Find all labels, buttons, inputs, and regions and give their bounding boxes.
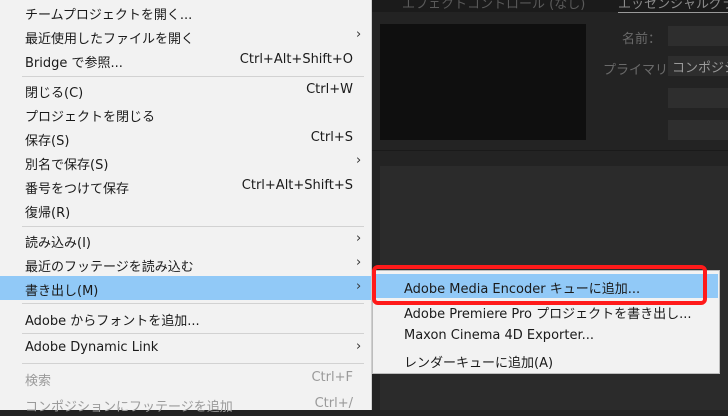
- menu-separator: [22, 226, 364, 227]
- file-menu: チームプロジェクトを開く... 最近使用したファイルを開く › Bridge で…: [0, 0, 372, 415]
- menu-item-label: 番号をつけて保存: [25, 182, 130, 197]
- property-field-2[interactable]: [668, 120, 728, 140]
- chevron-right-icon: ›: [356, 27, 362, 42]
- menu-item-close[interactable]: 閉じる(C) Ctrl+W: [0, 78, 371, 102]
- primary-value: コンポジシ: [672, 61, 728, 76]
- menu-item-label: 最近使用したファイルを開く: [25, 32, 195, 47]
- menu-item-shortcut: Ctrl+W: [306, 82, 353, 97]
- menu-item-close-project[interactable]: プロジェクトを閉じる: [0, 102, 371, 126]
- menu-item-label: 閉じる(C): [25, 86, 84, 101]
- menu-item-shortcut: Ctrl+Alt+Shift+S: [241, 178, 353, 193]
- menu-item-label: 書き出し(M): [25, 284, 99, 299]
- menu-separator: [22, 76, 364, 77]
- menu-item-label: チームプロジェクトを開く...: [25, 8, 193, 23]
- menu-item-find[interactable]: 検索 Ctrl+F: [0, 366, 371, 390]
- menu-item-label: プロジェクトを閉じる: [25, 110, 156, 125]
- menu-item-label: Adobe からフォントを追加...: [25, 314, 200, 329]
- menu-item-increment-and-save[interactable]: 番号をつけて保存 Ctrl+Alt+Shift+S: [0, 174, 371, 198]
- menu-item-import-recent-footage[interactable]: 最近のフッテージを読み込む ›: [0, 252, 371, 276]
- chevron-right-icon: ›: [356, 279, 362, 294]
- chevron-right-icon: ›: [356, 153, 362, 168]
- panel-divider: [372, 150, 728, 151]
- menu-item-label: 読み込み(I): [25, 236, 91, 251]
- menu-item-label: Adobe Dynamic Link: [25, 340, 159, 355]
- menu-item-open-team-project[interactable]: チームプロジェクトを開く...: [0, 0, 371, 24]
- menu-separator: [22, 303, 364, 304]
- menu-item-label: 保存(S): [25, 134, 70, 149]
- tab-effect-controls[interactable]: エフェクトコントロール (なし): [402, 0, 585, 12]
- highlight-annotation-box: [372, 265, 707, 305]
- menu-item-label: 別名で保存(S): [25, 158, 109, 173]
- menu-item-add-fonts-from-adobe[interactable]: Adobe からフォントを追加...: [0, 306, 371, 330]
- property-field-1[interactable]: [668, 88, 728, 108]
- menu-item-shortcut: Ctrl+Alt+Shift+O: [239, 52, 353, 67]
- submenu-item-add-to-render-queue[interactable]: レンダーキューに追加(A): [374, 348, 718, 372]
- name-label: 名前：: [622, 32, 662, 47]
- chevron-right-icon: ›: [356, 339, 362, 354]
- name-field[interactable]: [668, 26, 728, 46]
- menu-item-revert[interactable]: 復帰(R): [0, 198, 371, 222]
- chevron-right-icon: ›: [356, 255, 362, 270]
- menu-separator: [22, 363, 364, 364]
- menu-separator: [22, 333, 364, 334]
- menu-item-import[interactable]: 読み込み(I) ›: [0, 228, 371, 252]
- menu-item-label: Bridge で参照...: [25, 56, 123, 71]
- menu-item-label: コンポジションにフッテージを追加: [25, 400, 233, 415]
- menu-item-adobe-dynamic-link[interactable]: Adobe Dynamic Link ›: [0, 336, 371, 360]
- tab-essential-graphics[interactable]: エッセンシャルグラフ: [618, 0, 728, 13]
- submenu-item-label: Maxon Cinema 4D Exporter...: [404, 328, 595, 343]
- menu-item-add-footage-to-comp[interactable]: コンポジションにフッテージを追加 Ctrl+/: [0, 392, 371, 416]
- submenu-item-label: レンダーキューに追加(A): [404, 356, 554, 371]
- menu-item-label: 復帰(R): [25, 206, 71, 221]
- submenu-item-label: Adobe Premiere Pro プロジェクトを書き出し...: [404, 307, 692, 322]
- menu-item-shortcut: Ctrl+/: [314, 396, 353, 411]
- menu-item-shortcut: Ctrl+S: [310, 130, 353, 145]
- menu-item-label: 最近のフッテージを読み込む: [25, 260, 194, 275]
- menu-item-label: 検索: [25, 374, 52, 389]
- menu-item-save-as[interactable]: 別名で保存(S) ›: [0, 150, 371, 174]
- submenu-item-cinema-4d-exporter[interactable]: Maxon Cinema 4D Exporter...: [374, 324, 718, 348]
- menu-item-export[interactable]: 書き出し(M) ›: [0, 276, 371, 300]
- menu-item-save[interactable]: 保存(S) Ctrl+S: [0, 126, 371, 150]
- chevron-right-icon: ›: [356, 231, 362, 246]
- menu-item-open-recent[interactable]: 最近使用したファイルを開く ›: [0, 24, 371, 48]
- menu-item-shortcut: Ctrl+F: [311, 370, 353, 385]
- menu-item-browse-in-bridge[interactable]: Bridge で参照... Ctrl+Alt+Shift+O: [0, 48, 371, 72]
- preview-thumbnail: [380, 24, 586, 140]
